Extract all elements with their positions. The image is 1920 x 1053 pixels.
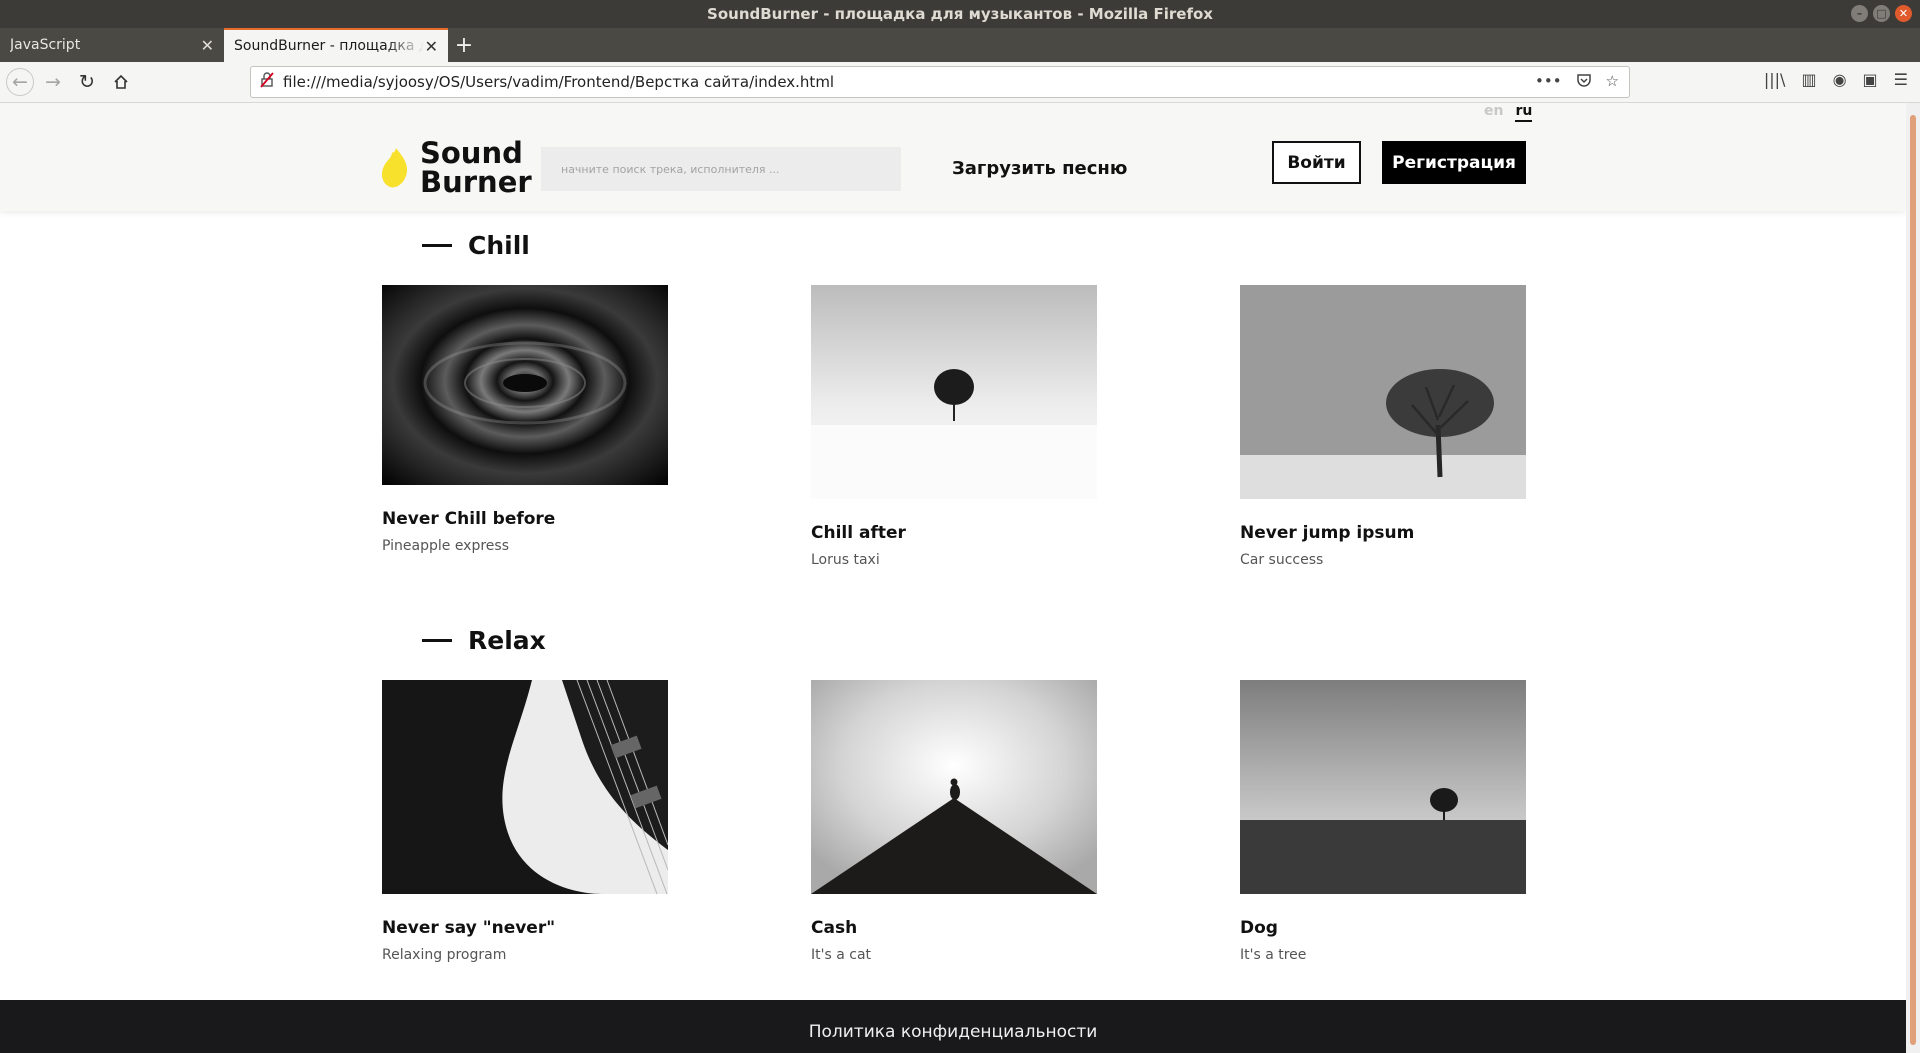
pocket-icon[interactable] [1576, 72, 1592, 92]
track-title[interactable]: Never jump ipsum [1240, 523, 1526, 543]
track-artist[interactable]: Car success [1240, 552, 1526, 568]
window-controls: – □ ✕ [1851, 5, 1912, 22]
track-title[interactable]: Dog [1240, 918, 1526, 938]
track-artist[interactable]: Pineapple express [382, 538, 668, 554]
section-title-relax: Relax [422, 626, 546, 655]
tab-soundburner[interactable]: SoundBurner - площадка для музыкантов ✕ [224, 28, 448, 62]
page-viewport: en ru Sound Burner Загрузить песню Войти… [0, 103, 1906, 1053]
track-card[interactable]: Never Chill before Pineapple express [382, 285, 668, 554]
scrollbar-thumb[interactable] [1910, 115, 1916, 1045]
account-icon[interactable]: ◉ [1833, 70, 1847, 89]
tab-title: JavaScript [10, 37, 81, 53]
sidebar-icon[interactable]: ▥ [1801, 70, 1816, 89]
track-artist[interactable]: It's a cat [811, 947, 1097, 963]
back-icon[interactable]: ← [6, 68, 34, 96]
close-icon[interactable]: ✕ [1895, 5, 1912, 22]
section-title-text: Chill [468, 231, 530, 260]
maximize-icon[interactable]: □ [1873, 5, 1890, 22]
track-artist[interactable]: Lorus taxi [811, 552, 1097, 568]
bookmark-star-icon[interactable]: ☆ [1606, 72, 1619, 92]
window-titlebar: SoundBurner - площадка для музыкантов - … [0, 0, 1920, 28]
reload-icon[interactable]: ↻ [72, 67, 102, 97]
flame-icon [381, 148, 408, 188]
url-actions: ••• ☆ [1535, 72, 1619, 92]
track-title[interactable]: Never say "never" [382, 918, 668, 938]
track-title[interactable]: Never Chill before [382, 509, 668, 529]
tab-close-icon[interactable]: ✕ [425, 37, 438, 56]
track-card[interactable]: Cash It's a cat [811, 680, 1097, 963]
tab-strip: JavaScript ✕ SoundBurner - площадка для … [0, 28, 1920, 62]
track-card[interactable]: Dog It's a tree [1240, 680, 1526, 963]
menu-icon[interactable]: ☰ [1894, 70, 1908, 89]
section-title-chill: Chill [422, 231, 530, 260]
track-card[interactable]: Never say "never" Relaxing program [382, 680, 668, 963]
logo-line-1: Sound [420, 136, 523, 170]
tab-close-icon[interactable]: ✕ [201, 36, 214, 55]
language-switcher: en ru [1484, 103, 1533, 122]
minimize-icon[interactable]: – [1851, 5, 1868, 22]
track-title[interactable]: Cash [811, 918, 1097, 938]
library-icon[interactable]: |||\ [1764, 70, 1786, 89]
track-cover-guitar[interactable] [382, 680, 668, 898]
tab-javascript[interactable]: JavaScript ✕ [0, 28, 224, 62]
new-tab-icon[interactable]: + [448, 28, 480, 62]
forward-icon[interactable]: → [38, 67, 68, 97]
site-logo[interactable]: Sound Burner [380, 139, 532, 197]
home-icon[interactable] [106, 67, 136, 97]
site-header: en ru Sound Burner Загрузить песню Войти… [0, 103, 1906, 211]
page-actions-icon[interactable]: ••• [1535, 72, 1562, 92]
track-title[interactable]: Chill after [811, 523, 1097, 543]
track-artist[interactable]: Relaxing program [382, 947, 668, 963]
track-artist[interactable]: It's a tree [1240, 947, 1526, 963]
track-card[interactable]: Chill after Lorus taxi [811, 285, 1097, 568]
url-text[interactable]: file:///media/syjoosy/OS/Users/vadim/Fro… [283, 73, 1535, 91]
site-footer: Политика конфиденциальности [0, 1000, 1906, 1053]
window-title: SoundBurner - площадка для музыкантов - … [707, 5, 1213, 23]
lang-ru[interactable]: ru [1515, 103, 1533, 122]
privacy-policy-link[interactable]: Политика конфиденциальности [809, 1022, 1098, 1042]
toolbar-right: |||\ ▥ ◉ ▣ ☰ [1764, 70, 1908, 89]
register-button[interactable]: Регистрация [1382, 141, 1526, 184]
track-card[interactable]: Never jump ipsum Car success [1240, 285, 1526, 568]
track-cover-cat-on-roof[interactable] [811, 680, 1097, 898]
track-cover-tree-field[interactable] [1240, 680, 1526, 898]
track-cover-water-ripple[interactable] [382, 285, 668, 489]
section-dash [422, 639, 452, 642]
navigation-bar: ← → ↻ file:///media/syjoosy/OS/Users/vad… [0, 62, 1920, 103]
track-cover-tree-snow-bright[interactable] [811, 285, 1097, 503]
insecure-icon[interactable] [259, 72, 277, 92]
section-title-text: Relax [468, 626, 546, 655]
tab-title: SoundBurner - площадка для музыкантов [234, 38, 424, 54]
search-input[interactable] [541, 147, 901, 191]
extensions-icon[interactable]: ▣ [1863, 70, 1878, 89]
lang-en[interactable]: en [1484, 103, 1503, 122]
page-scrollbar[interactable] [1906, 103, 1920, 1053]
url-bar[interactable]: file:///media/syjoosy/OS/Users/vadim/Fro… [250, 66, 1630, 98]
section-dash [422, 244, 452, 247]
login-button[interactable]: Войти [1272, 141, 1361, 184]
logo-line-2: Burner [420, 165, 532, 199]
logo-text: Sound Burner [420, 139, 532, 197]
upload-song-link[interactable]: Загрузить песню [952, 158, 1127, 179]
track-cover-tree-snow-grey[interactable] [1240, 285, 1526, 503]
